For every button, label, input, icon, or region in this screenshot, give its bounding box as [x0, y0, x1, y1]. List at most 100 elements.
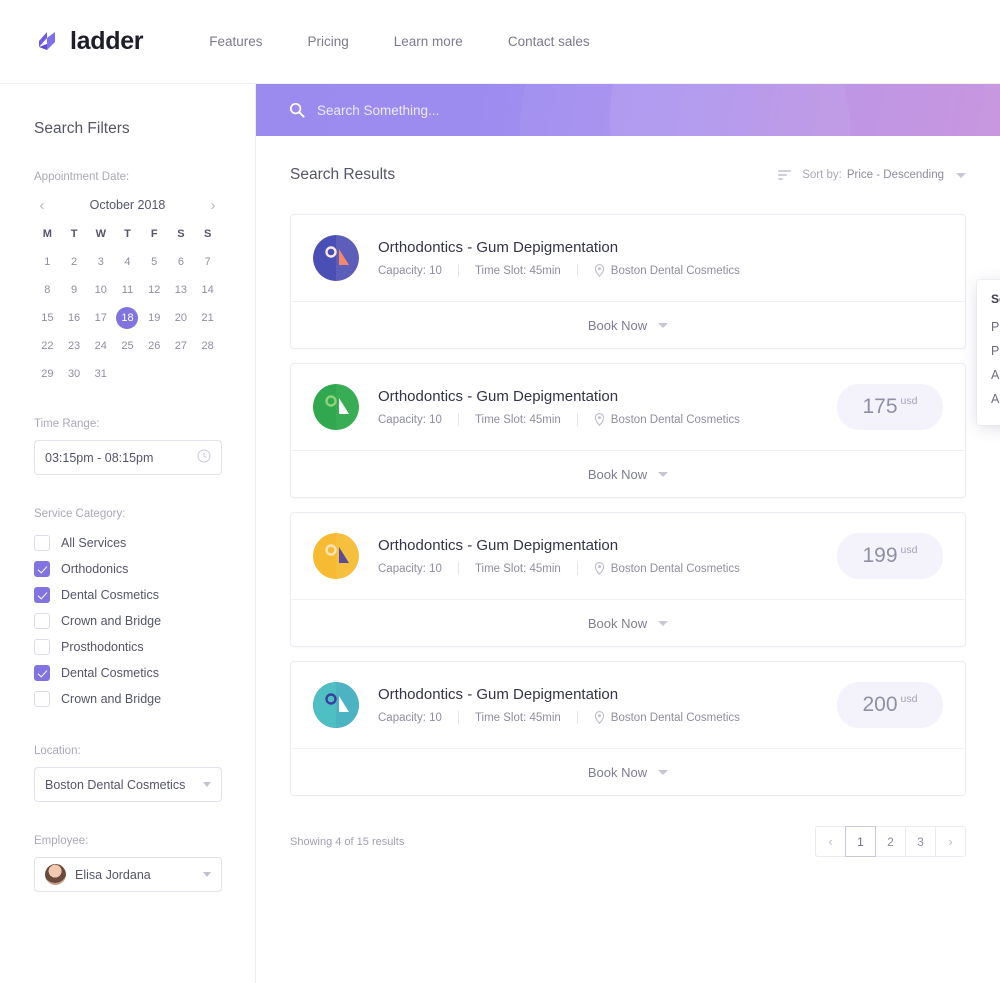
sort-option-0[interactable]: Price Ascending	[977, 315, 1000, 339]
calendar-day-25[interactable]: 25	[114, 335, 141, 357]
book-now-button[interactable]: Book Now	[291, 301, 965, 348]
result-card-body: Orthodontics - Gum Depigmentation Capacit…	[291, 662, 965, 748]
checkbox-checked-icon[interactable]	[34, 665, 50, 681]
search-bar	[256, 84, 1000, 136]
calendar-day-23[interactable]: 23	[61, 335, 88, 357]
nav-links: Features Pricing Learn more Contact sale…	[209, 34, 589, 49]
checkbox-checked-icon[interactable]	[34, 587, 50, 603]
pagination-page-1[interactable]: 1	[845, 826, 876, 857]
calendar-day-14[interactable]: 14	[194, 279, 221, 301]
result-card-info: Orthodontics - Gum Depigmentation Capacit…	[378, 388, 827, 426]
result-capacity: Capacity: 10	[378, 562, 442, 575]
result-capacity: Capacity: 10	[378, 711, 442, 724]
checkbox-unchecked-icon[interactable]	[34, 691, 50, 707]
calendar-dow-6: S	[203, 228, 212, 240]
result-title: Orthodontics - Gum Depigmentation	[378, 686, 619, 703]
result-card: Orthodontics - Gum Depigmentation Capacit…	[290, 214, 966, 349]
service-checkbox-label: Prosthodontics	[61, 640, 144, 654]
calendar-day-27[interactable]: 27	[168, 335, 195, 357]
service-checkbox-row-3[interactable]: Crown and Bridge	[34, 608, 221, 634]
calendar-day-18[interactable]: 18	[116, 307, 139, 329]
price-badge: 200 usd	[837, 682, 943, 728]
sort-by-value: Price - Descending	[846, 169, 944, 181]
calendar-day-28[interactable]: 28	[194, 335, 221, 357]
calendar-day-13[interactable]: 13	[168, 279, 195, 301]
calendar-prev-icon[interactable]: ‹	[34, 197, 50, 214]
service-checkbox-row-1[interactable]: Orthodonics	[34, 556, 221, 582]
calendar-day-1[interactable]: 1	[34, 251, 61, 273]
sort-option-1[interactable]: Price Descending	[977, 339, 1000, 363]
nav-link-contact-sales[interactable]: Contact sales	[508, 34, 590, 49]
pagination-page-2[interactable]: 2	[875, 826, 906, 857]
calendar-day-19[interactable]: 19	[141, 307, 168, 329]
calendar-day-24[interactable]: 24	[87, 335, 114, 357]
service-checkbox-row-0[interactable]: All Services	[34, 530, 221, 556]
service-category-label: Service Category:	[34, 508, 126, 520]
service-checkbox-row-2[interactable]: Dental Cosmetics	[34, 582, 221, 608]
service-checkbox-row-5[interactable]: Dental Cosmetics	[34, 660, 221, 686]
calendar-day-30[interactable]: 30	[61, 363, 88, 385]
checkbox-checked-icon[interactable]	[34, 561, 50, 577]
pagination-page-3[interactable]: 3	[905, 826, 936, 857]
nav-link-pricing[interactable]: Pricing	[308, 34, 349, 49]
calendar-day-10[interactable]: 10	[87, 279, 114, 301]
calendar-day-4[interactable]: 4	[114, 251, 141, 273]
book-now-button[interactable]: Book Now	[291, 599, 965, 646]
time-range-input[interactable]: 03:15pm - 08:15pm	[34, 440, 222, 475]
calendar-day-8[interactable]: 8	[34, 279, 61, 301]
pagination-prev-button[interactable]: ‹	[815, 826, 846, 857]
result-title: Orthodontics - Gum Depigmentation	[378, 388, 619, 405]
checkbox-unchecked-icon[interactable]	[34, 613, 50, 629]
sort-option-2[interactable]: Appointment Capacity Ascending	[977, 363, 1000, 387]
calendar-day-empty	[114, 363, 141, 385]
price-currency: usd	[900, 544, 918, 556]
nav-link-features[interactable]: Features	[209, 34, 262, 49]
employee-value: Elisa Jordana	[75, 867, 151, 882]
service-checkbox-row-6[interactable]: Crown and Bridge	[34, 686, 221, 712]
service-avatar	[313, 682, 359, 728]
calendar-day-20[interactable]: 20	[168, 307, 195, 329]
calendar-day-17[interactable]: 17	[87, 307, 114, 329]
service-checkbox-label: Dental Cosmetics	[61, 666, 159, 680]
book-now-label: Book Now	[587, 317, 648, 333]
service-checkbox-row-4[interactable]: Prosthodontics	[34, 634, 221, 660]
sort-option-3[interactable]: Appointment Capacity Descending	[977, 387, 1000, 411]
calendar-grid: M T W T F S S 1 2 3 4 5 6 7 8 9 10 11 12 13 14 15 16 17 18 19 20 21…	[34, 223, 221, 385]
calendar-day-2[interactable]: 2	[61, 251, 88, 273]
book-now-button[interactable]: Book Now	[291, 748, 965, 795]
calendar-day-6[interactable]: 6	[168, 251, 195, 273]
checkbox-unchecked-icon[interactable]	[34, 639, 50, 655]
meta-divider	[457, 264, 459, 277]
nav-link-learn-more[interactable]: Learn more	[394, 34, 463, 49]
search-input[interactable]	[317, 102, 797, 118]
calendar-day-31[interactable]: 31	[87, 363, 114, 385]
calendar-day-9[interactable]: 9	[61, 279, 88, 301]
calendar-month-label: October 2018	[89, 198, 166, 212]
book-now-label: Book Now	[587, 764, 648, 780]
pagination: ‹ 1 2 3 ›	[815, 826, 966, 857]
calendar-header: ‹ October 2018 ›	[34, 193, 221, 217]
calendar-day-29[interactable]: 29	[34, 363, 61, 385]
calendar-day-5[interactable]: 5	[141, 251, 168, 273]
calendar-day-21[interactable]: 21	[194, 307, 221, 329]
location-select[interactable]: Boston Dental Cosmetics	[34, 767, 222, 802]
calendar-day-16[interactable]: 16	[61, 307, 88, 329]
top-navbar: ladder Features Pricing Learn more Conta…	[0, 0, 1000, 84]
pagination-next-button[interactable]: ›	[935, 826, 966, 857]
calendar-next-icon[interactable]: ›	[205, 197, 221, 214]
calendar-day-12[interactable]: 12	[141, 279, 168, 301]
meta-divider	[576, 413, 578, 426]
calendar-day-22[interactable]: 22	[34, 335, 61, 357]
calendar-day-3[interactable]: 3	[87, 251, 114, 273]
brand-logo[interactable]: ladder	[35, 27, 144, 56]
book-now-button[interactable]: Book Now	[291, 450, 965, 497]
calendar-day-15[interactable]: 15	[34, 307, 61, 329]
sort-control[interactable]: Sort by: Price - Descending	[778, 169, 966, 181]
service-checkbox-label: All Services	[61, 536, 127, 550]
checkbox-unchecked-icon[interactable]	[34, 535, 50, 551]
calendar-day-7[interactable]: 7	[194, 251, 221, 273]
calendar-day-11[interactable]: 11	[114, 279, 141, 301]
employee-select[interactable]: Elisa Jordana	[34, 857, 222, 892]
calendar-day-26[interactable]: 26	[141, 335, 168, 357]
meta-divider	[576, 562, 578, 575]
